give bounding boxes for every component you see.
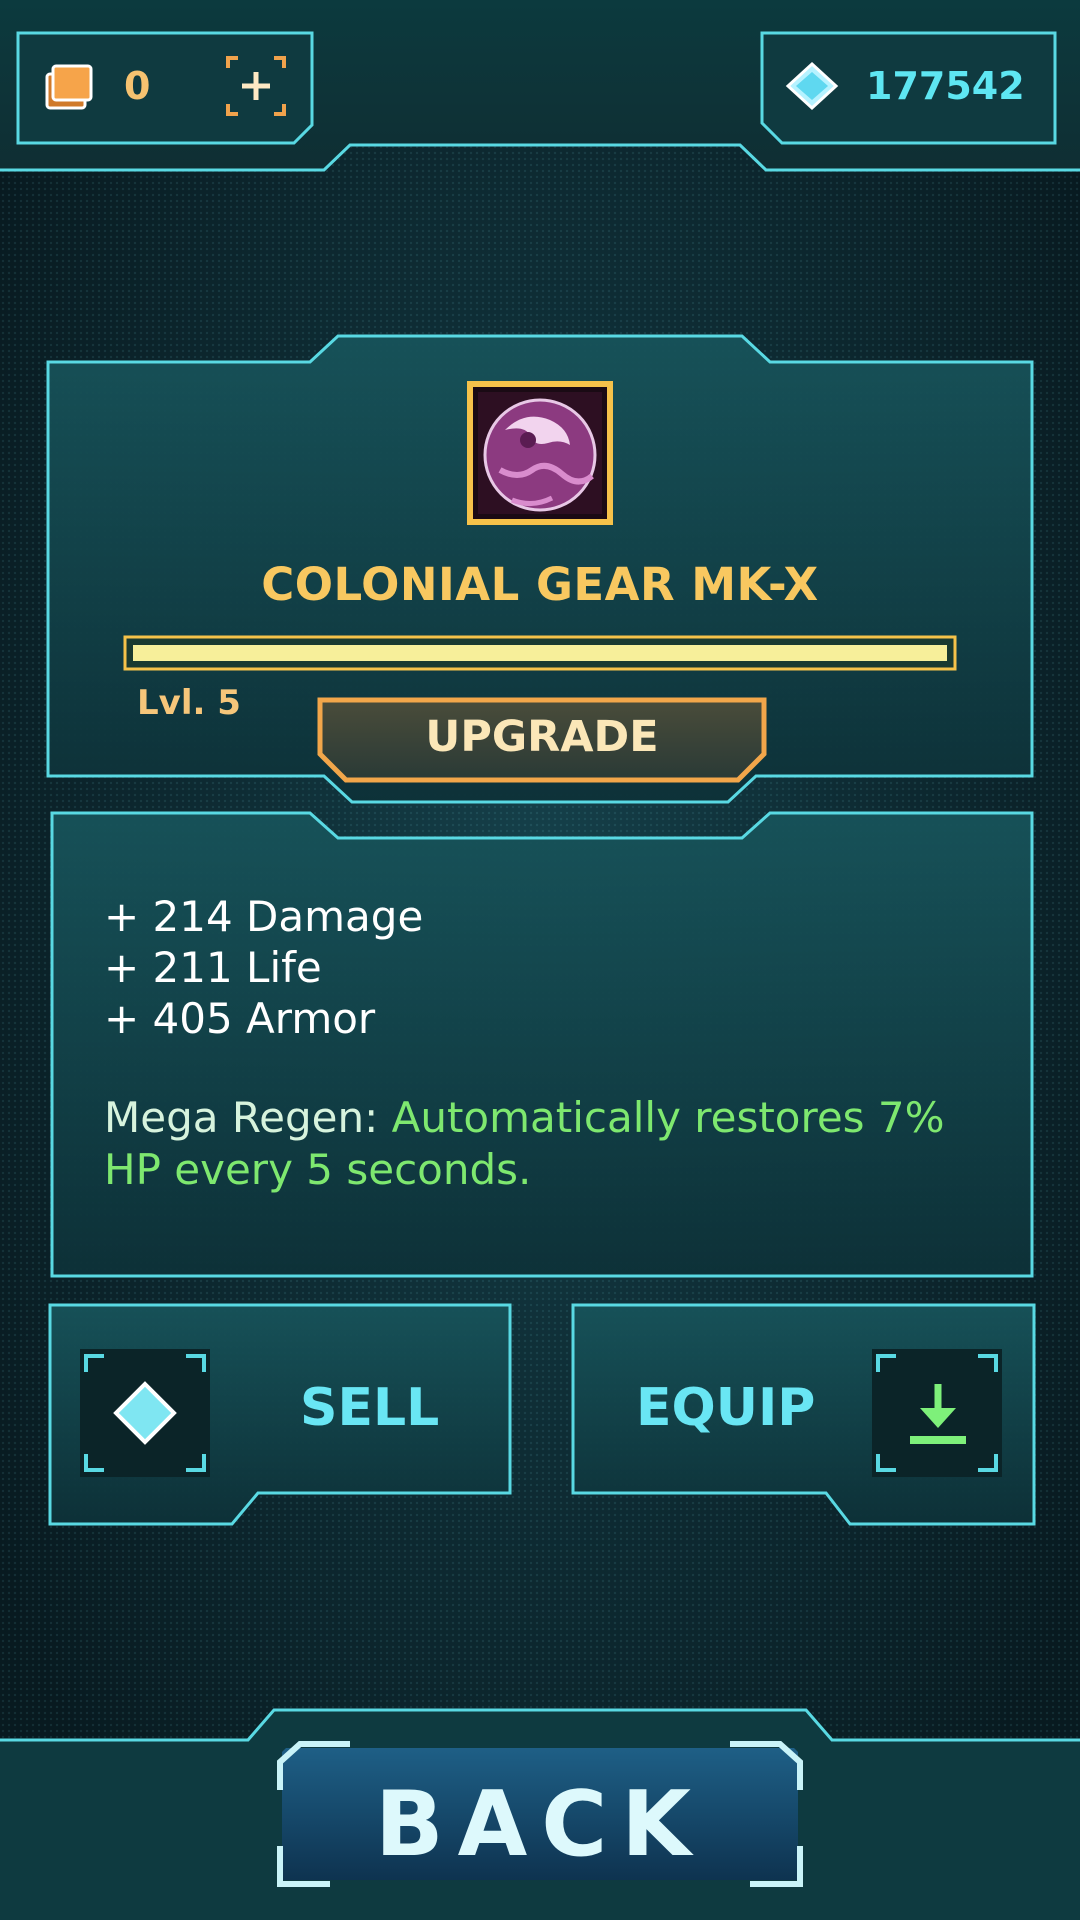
ability-name: Mega Regen: xyxy=(104,1093,392,1142)
upgrade-button[interactable] xyxy=(320,700,764,780)
add-cards-button[interactable] xyxy=(220,48,292,122)
item-detail-screen: 0 177542 COLONIAL GEAR MK-X Lvl. 5 UPGRA… xyxy=(0,0,1080,1920)
gems-button[interactable] xyxy=(762,33,1055,143)
level-label: Lvl. 5 xyxy=(137,683,241,723)
back-button[interactable] xyxy=(280,1744,800,1884)
equip-button[interactable] xyxy=(573,1305,1034,1524)
item-name: COLONIAL GEAR MK-X xyxy=(261,558,819,611)
ability-text: Mega Regen: Automatically restores 7% HP… xyxy=(104,1092,1004,1196)
cards-count: 0 xyxy=(124,64,151,108)
sell-button[interactable] xyxy=(50,1305,510,1524)
stat-line: + 405 Armor xyxy=(104,994,376,1043)
stat-line: + 211 Life xyxy=(104,943,322,992)
stat-line: + 214 Damage xyxy=(104,892,424,941)
